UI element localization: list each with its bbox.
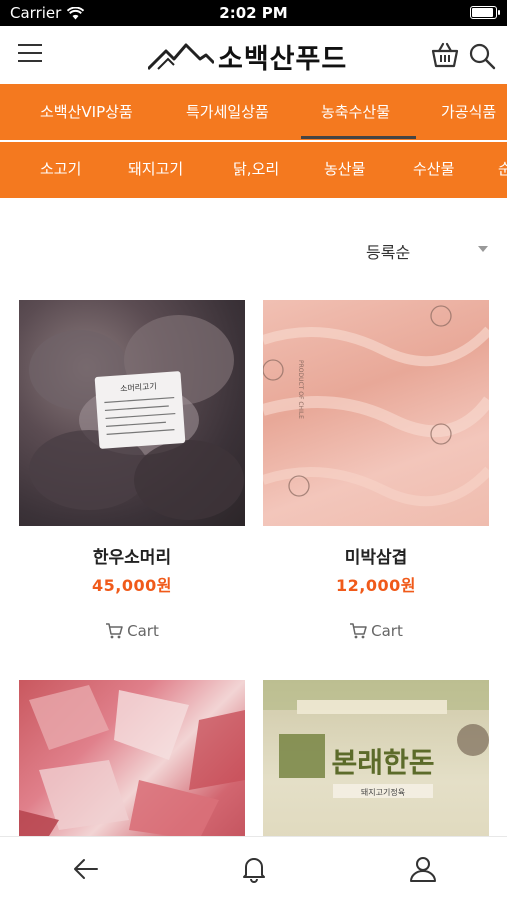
cart-icon bbox=[106, 623, 123, 639]
arrow-left-icon[interactable] bbox=[71, 855, 101, 883]
status-time: 2:02 PM bbox=[219, 4, 288, 22]
cart-icon bbox=[350, 623, 367, 639]
tab-vip[interactable]: 소백산VIP상품 bbox=[40, 84, 133, 140]
basket-icon[interactable] bbox=[430, 42, 460, 68]
add-to-cart-button[interactable]: Cart bbox=[19, 620, 245, 642]
status-bar: Carrier 2:02 PM bbox=[0, 0, 507, 26]
product-image-art: 본래한돈 돼지고기정육 bbox=[263, 680, 489, 798]
search-icon[interactable] bbox=[468, 42, 496, 70]
bell-icon[interactable] bbox=[239, 855, 269, 883]
product-name[interactable]: 한우소머리 bbox=[19, 543, 245, 568]
product-price: 12,000원 bbox=[336, 576, 416, 595]
product-card: PRODUCT OF CHILE 미박삼겹 12,000원 Cart bbox=[263, 300, 489, 645]
logo[interactable]: 소백산푸드 bbox=[148, 36, 347, 76]
tab-processed-food[interactable]: 가공식품 bbox=[441, 84, 496, 140]
subtab-chicken-duck[interactable]: 닭,오리 bbox=[233, 142, 279, 198]
product-image-art: 소머리고기 bbox=[29, 315, 244, 520]
product-card bbox=[19, 680, 245, 836]
product-card: 본래한돈 돼지고기정육 bbox=[263, 680, 489, 836]
cart-label: Cart bbox=[371, 622, 403, 640]
subtab-beef[interactable]: 소고기 bbox=[40, 142, 81, 198]
user-icon[interactable] bbox=[408, 855, 438, 883]
product-image-art: PRODUCT OF CHILE bbox=[263, 305, 489, 507]
sort-label: 등록순 bbox=[366, 243, 411, 262]
hamburger-icon[interactable] bbox=[18, 44, 42, 64]
product-image[interactable]: 본래한돈 돼지고기정육 bbox=[263, 680, 489, 836]
primary-category-nav: 소백산VIP상품 특가세일상품 농축수산물 가공식품 bbox=[0, 84, 507, 140]
product-package-brand: 본래한돈 bbox=[331, 746, 434, 779]
secondary-category-nav: 소고기 돼지고기 닭,오리 농산물 수산물 순 bbox=[0, 142, 507, 198]
product-image[interactable]: PRODUCT OF CHILE bbox=[263, 300, 489, 526]
app-header: 소백산푸드 bbox=[0, 26, 507, 84]
chevron-down-icon bbox=[478, 246, 488, 252]
sort-dropdown[interactable]: 등록순 bbox=[360, 234, 494, 264]
bottom-navigation bbox=[0, 836, 507, 900]
product-name[interactable]: 미박삼겹 bbox=[263, 543, 489, 568]
product-image-art bbox=[19, 685, 245, 836]
product-image[interactable]: 소머리고기 bbox=[19, 300, 245, 526]
cart-label: Cart bbox=[127, 622, 159, 640]
product-card: 소머리고기 한우소머리 45,000원 Cart bbox=[19, 300, 245, 645]
subtab-pork[interactable]: 돼지고기 bbox=[128, 142, 183, 198]
active-tab-indicator bbox=[301, 136, 416, 139]
subtab-seafood[interactable]: 수산물 bbox=[413, 142, 454, 198]
subtab-agricultural[interactable]: 농산물 bbox=[324, 142, 365, 198]
product-price: 45,000원 bbox=[92, 576, 172, 595]
product-package-stamp: PRODUCT OF CHILE bbox=[297, 360, 304, 419]
tab-sale[interactable]: 특가세일상품 bbox=[186, 84, 269, 140]
product-package-subtitle: 돼지고기정육 bbox=[361, 787, 405, 797]
subtab-next-partial[interactable]: 순 bbox=[498, 142, 507, 198]
product-image[interactable] bbox=[19, 680, 245, 836]
battery-icon bbox=[470, 6, 500, 19]
tab-agri-livestock-fishery[interactable]: 농축수산물 bbox=[321, 84, 390, 140]
add-to-cart-button[interactable]: Cart bbox=[263, 620, 489, 642]
mountain-logo-icon bbox=[148, 43, 214, 71]
logo-text: 소백산푸드 bbox=[218, 43, 348, 75]
battery-level bbox=[472, 8, 493, 17]
